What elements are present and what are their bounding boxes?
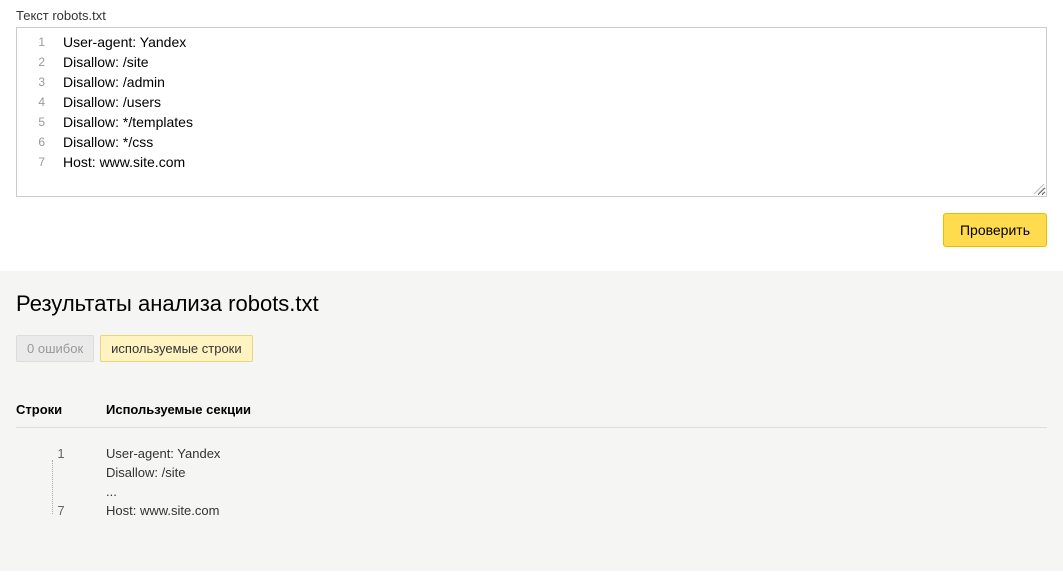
editor-content[interactable]: User-agent: Yandex Disallow: /site Disal… xyxy=(53,32,1046,172)
resize-handle-icon[interactable] xyxy=(1032,182,1044,194)
code-line: Disallow: */templates xyxy=(63,112,1046,132)
column-header-lines: Строки xyxy=(16,402,106,417)
code-line: User-agent: Yandex xyxy=(63,32,1046,52)
line-number: 5 xyxy=(17,112,45,132)
column-header-sections: Используемые секции xyxy=(106,402,1047,417)
line-number: 3 xyxy=(17,72,45,92)
code-line: Disallow: */css xyxy=(63,132,1046,152)
code-line: Disallow: /users xyxy=(63,92,1046,112)
line-number: 2 xyxy=(17,52,45,72)
line-number: 7 xyxy=(17,152,45,172)
code-line: Disallow: /admin xyxy=(63,72,1046,92)
check-button[interactable]: Проверить xyxy=(943,213,1047,247)
section-line: Disallow: /site xyxy=(106,463,1047,482)
section-line-ellipsis: ... xyxy=(106,482,1047,501)
used-sections-column: User-agent: Yandex Disallow: /site ... H… xyxy=(106,444,1047,520)
line-number: 6 xyxy=(17,132,45,152)
robots-textarea-label: Текст robots.txt xyxy=(16,8,1047,23)
table-divider xyxy=(16,427,1047,428)
code-line: Disallow: /site xyxy=(63,52,1046,72)
range-end: 7 xyxy=(16,501,106,520)
code-line: Host: www.site.com xyxy=(63,152,1046,172)
editor-gutter: 1 2 3 4 5 6 7 xyxy=(17,32,53,172)
results-heading: Результаты анализа robots.txt xyxy=(16,291,1047,317)
errors-badge: 0 ошибок xyxy=(16,335,94,362)
robots-textarea[interactable]: 1 2 3 4 5 6 7 User-agent: Yandex Disallo… xyxy=(16,27,1047,197)
section-line: User-agent: Yandex xyxy=(106,444,1047,463)
section-line: Host: www.site.com xyxy=(106,501,1047,520)
line-number: 4 xyxy=(17,92,45,112)
used-lines-badge: используемые строки xyxy=(100,335,253,362)
range-start: 1 xyxy=(16,444,106,463)
lines-range-column: 1 7 xyxy=(16,444,106,520)
line-number: 1 xyxy=(17,32,45,52)
